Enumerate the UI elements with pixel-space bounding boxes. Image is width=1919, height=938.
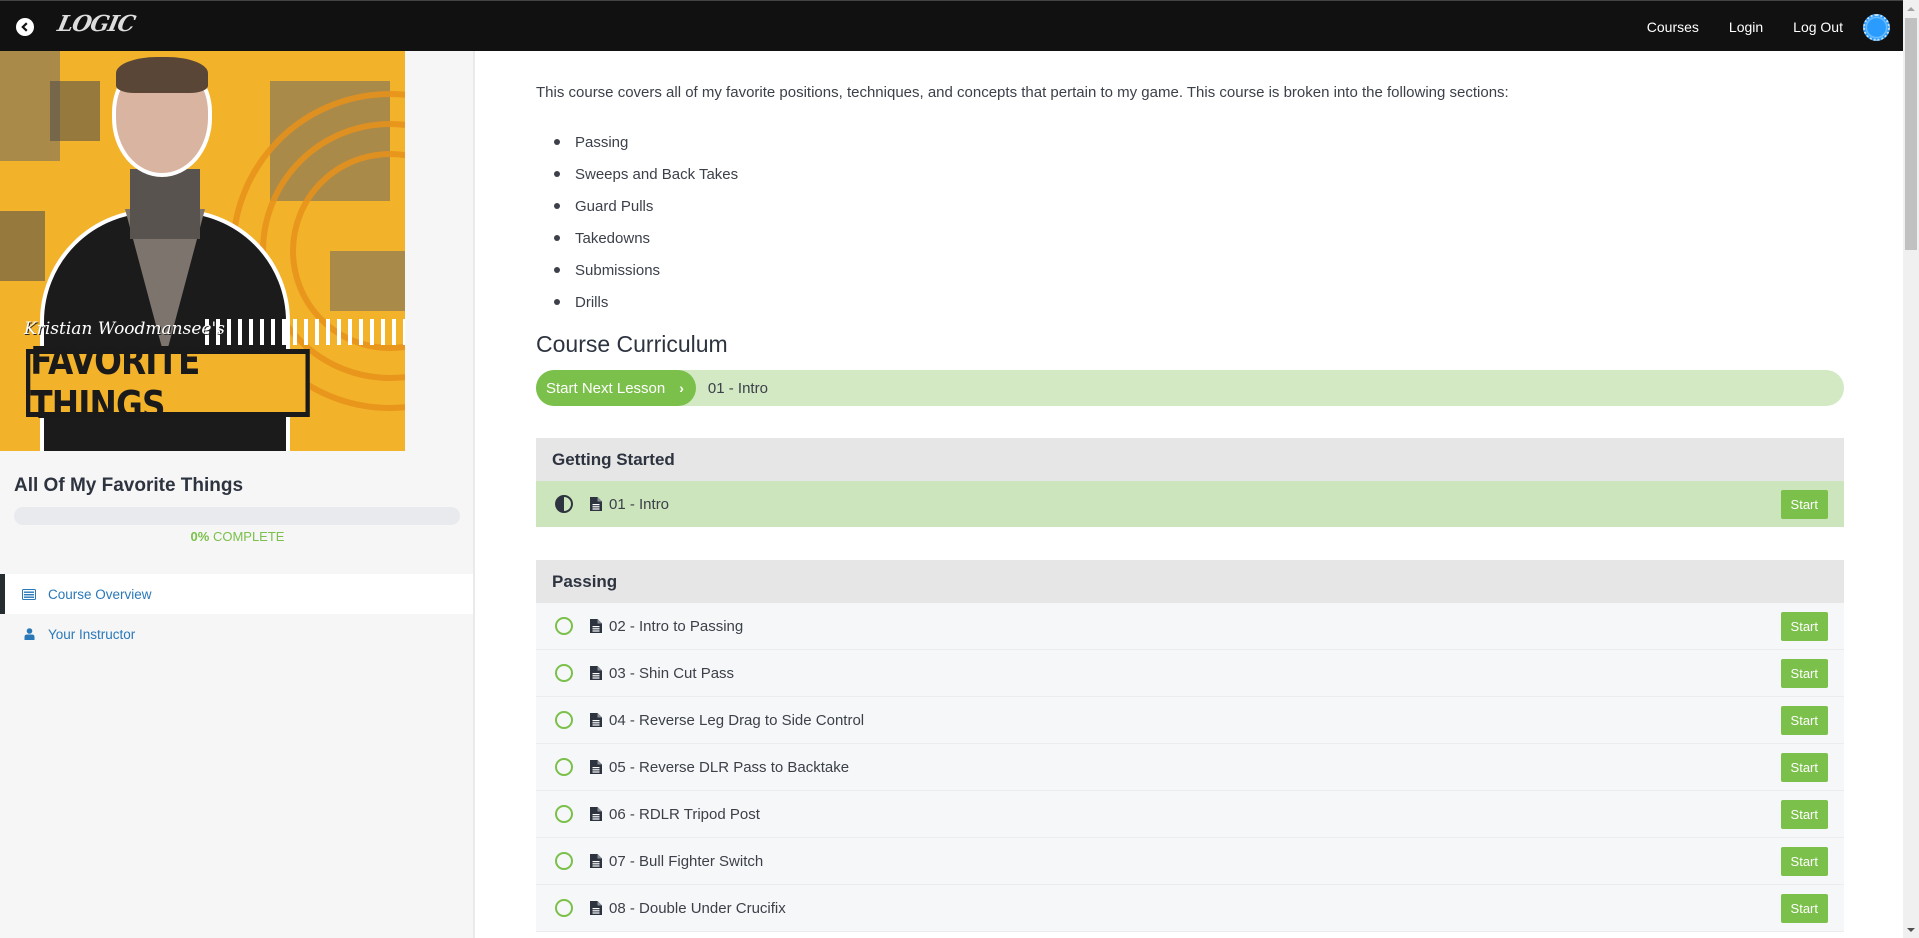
list-item: Passing [556,126,738,158]
document-icon [590,901,602,915]
list-item: Guard Pulls [556,190,738,222]
lesson-row[interactable]: 03 - Shin Cut Pass Start [536,650,1844,697]
start-next-lesson-button[interactable]: Start Next Lesson › [536,370,696,406]
course-sections-list: Passing Sweeps and Back Takes Guard Pull… [556,126,738,318]
user-icon [22,627,36,641]
start-lesson-button[interactable]: Start [1780,659,1828,688]
sidebar-nav: Course Overview Your Instructor [0,574,473,654]
sidebar-item-label: Course Overview [48,586,152,602]
sidebar-item-course-overview[interactable]: Course Overview [0,574,473,614]
document-icon [590,760,602,774]
half-circle-icon [555,495,573,513]
curriculum-section: Passing 02 - Intro to Passing Start 03 -… [536,560,1844,932]
document-icon [590,854,602,868]
start-lesson-button[interactable]: Start [1780,800,1828,829]
curriculum-heading: Course Curriculum [536,331,728,357]
chevron-right-icon: › [679,380,684,396]
lesson-row[interactable]: 08 - Double Under Crucifix Start [536,885,1844,932]
circle-outline-icon [555,711,573,729]
lesson-row[interactable]: 05 - Reverse DLR Pass to Backtake Start [536,744,1844,791]
lesson-name[interactable]: 05 - Reverse DLR Pass to Backtake [609,759,849,776]
section-title: Getting Started [536,438,1844,481]
progress-label: 0% COMPLETE [0,529,475,544]
sidebar-item-label: Your Instructor [48,626,136,642]
nav-logout-link[interactable]: Log Out [1793,19,1843,35]
start-lesson-button[interactable]: Start [1780,612,1828,641]
course-progress-bar [14,507,460,525]
progress-percent: 0% [190,529,210,544]
progress-suffix: COMPLETE [209,529,285,544]
user-avatar[interactable] [1863,14,1890,41]
lesson-name[interactable]: 03 - Shin Cut Pass [609,665,734,682]
page-scrollbar[interactable] [1903,0,1919,938]
header-nav: Courses Login Log Out [1647,1,1843,52]
nav-login-link[interactable]: Login [1729,19,1763,35]
list-item: Submissions [556,254,738,286]
lesson-name[interactable]: 06 - RDLR Tripod Post [609,806,760,823]
start-lesson-button[interactable]: Start [1780,706,1828,735]
circle-outline-icon [555,617,573,635]
start-lesson-button[interactable]: Start [1780,847,1828,876]
lesson-name[interactable]: 02 - Intro to Passing [609,618,743,635]
start-lesson-button[interactable]: Start [1780,490,1828,519]
chevron-left-icon [21,22,28,32]
start-lesson-button[interactable]: Start [1780,753,1828,782]
list-item: Drills [556,286,738,318]
lesson-row[interactable]: 02 - Intro to Passing Start [536,603,1844,650]
circle-outline-icon [555,852,573,870]
scrollbar-thumb[interactable] [1905,18,1917,250]
lesson-row[interactable]: 07 - Bull Fighter Switch Start [536,838,1844,885]
lesson-name[interactable]: 01 - Intro [609,496,669,513]
lesson-name[interactable]: 04 - Reverse Leg Drag to Side Control [609,712,864,729]
back-button[interactable] [16,18,34,36]
next-lesson-bar: Start Next Lesson › 01 - Intro [536,370,1844,406]
circle-outline-icon [555,899,573,917]
document-icon [590,619,602,633]
lesson-row[interactable]: 04 - Reverse Leg Drag to Side Control St… [536,697,1844,744]
list-icon [22,587,36,601]
top-navbar: LOGIC Courses Login Log Out [0,0,1903,51]
start-lesson-button[interactable]: Start [1780,894,1828,923]
document-icon [590,497,602,511]
document-icon [590,807,602,821]
section-title: Passing [536,560,1844,603]
course-description: This course covers all of my favorite po… [536,84,1509,101]
next-lesson-name: 01 - Intro [707,379,768,397]
course-sidebar: Kristian Woodmansee's FAVORITE THINGS Al… [0,51,475,938]
scroll-up-arrow-icon[interactable] [1907,7,1915,11]
circle-outline-icon [555,805,573,823]
scroll-down-arrow-icon[interactable] [1907,928,1915,932]
sidebar-item-your-instructor[interactable]: Your Instructor [0,614,473,654]
circle-outline-icon [555,664,573,682]
cover-script-text: Kristian Woodmansee's [24,319,225,339]
course-cover-image: Kristian Woodmansee's FAVORITE THINGS [0,51,405,451]
document-icon [590,713,602,727]
lesson-name[interactable]: 07 - Bull Fighter Switch [609,853,763,870]
list-item: Takedowns [556,222,738,254]
lesson-name[interactable]: 08 - Double Under Crucifix [609,900,786,917]
logo[interactable]: LOGIC [55,11,137,37]
cover-title-text: FAVORITE THINGS [26,339,310,427]
list-item: Sweeps and Back Takes [556,158,738,190]
course-title: All Of My Favorite Things [14,475,244,496]
lesson-row[interactable]: 01 - Intro Start [536,481,1844,527]
start-next-lesson-label: Start Next Lesson [546,379,666,397]
nav-courses-link[interactable]: Courses [1647,19,1699,35]
lesson-row[interactable]: 06 - RDLR Tripod Post Start [536,791,1844,838]
circle-outline-icon [555,758,573,776]
document-icon [590,666,602,680]
curriculum-section: Getting Started 01 - Intro Start [536,438,1844,527]
